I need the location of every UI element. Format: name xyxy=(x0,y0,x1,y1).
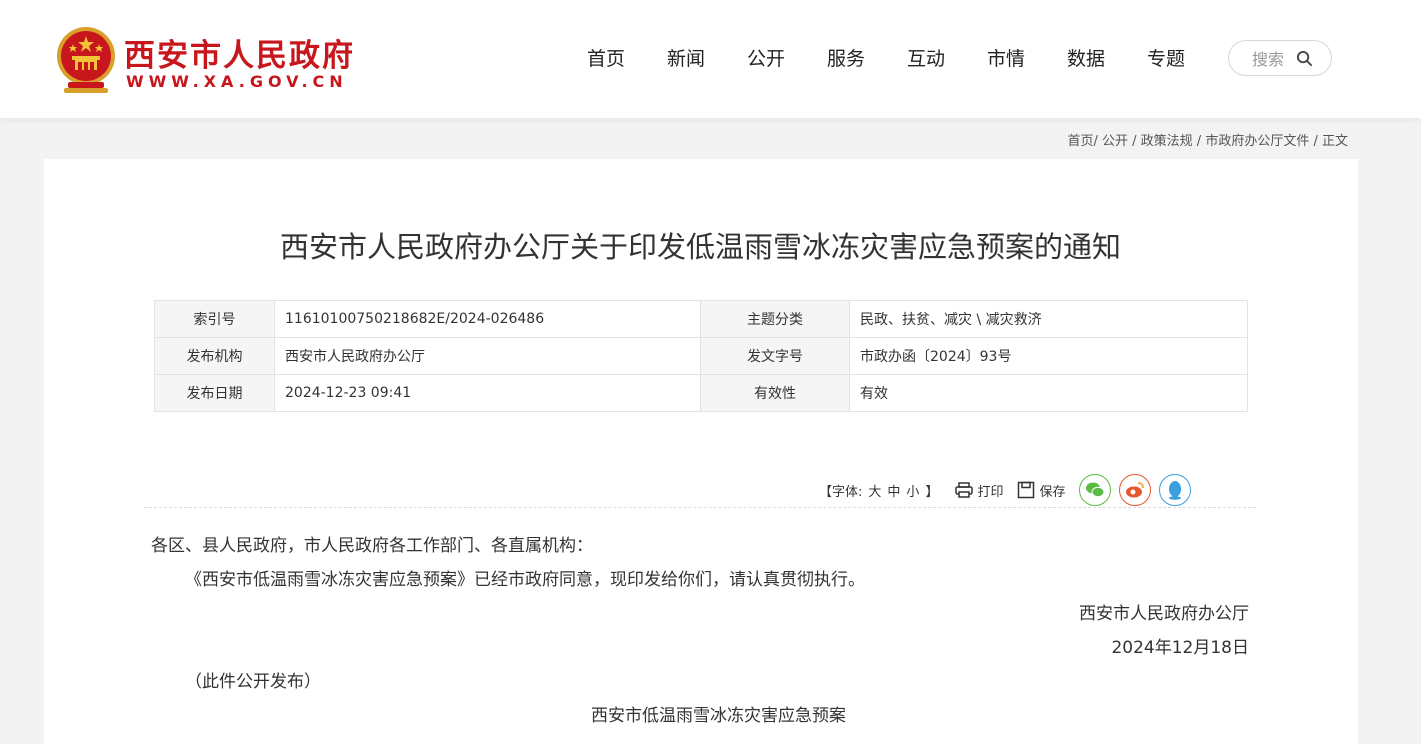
search-icon[interactable] xyxy=(1296,50,1313,67)
site-header: 西安市人民政府 WWW.XA.GOV.CN 首页 新闻 公开 服务 互动 市情 … xyxy=(0,0,1421,118)
nav-item-public[interactable]: 公开 xyxy=(726,44,806,76)
main-paragraph: 《西安市低温雨雪冰冻灾害应急预案》已经市政府同意，现印发给你们，请认真贯彻执行。 xyxy=(185,570,865,590)
meta-value: 民政、扶贫、减灾 \ 减灾救济 xyxy=(849,300,1248,338)
site-url: WWW.XA.GOV.CN xyxy=(126,72,348,91)
attachment-title: 西安市低温雨雪冰冻灾害应急预案 xyxy=(591,706,846,726)
breadcrumb-home[interactable]: 首页 xyxy=(1067,134,1093,149)
printer-icon xyxy=(955,482,974,498)
font-size-control: 【字体: 大 中 小 】 xyxy=(816,481,941,500)
meta-key: 发布日期 xyxy=(154,374,275,412)
meta-row: 发布日期 2024-12-23 09:41 有效性 有效 xyxy=(154,374,1248,412)
nav-item-data[interactable]: 数据 xyxy=(1046,44,1126,76)
main-nav: 首页 新闻 公开 服务 互动 市情 数据 专题 xyxy=(566,44,1206,76)
meta-key: 有效性 xyxy=(700,374,850,412)
breadcrumb-office-docs[interactable]: 市政府办公厅文件 xyxy=(1205,134,1309,149)
save-button[interactable]: 保存 xyxy=(1017,481,1065,500)
article-toolbar: 【字体: 大 中 小 】 打印 保存 xyxy=(816,472,1199,508)
font-size-medium[interactable]: 中 xyxy=(887,481,900,500)
qq-icon xyxy=(1169,481,1182,500)
meta-row: 发布机构 西安市人民政府办公厅 发文字号 市政办函〔2024〕93号 xyxy=(154,337,1248,375)
meta-value: 2024-12-23 09:41 xyxy=(274,374,701,412)
weibo-icon xyxy=(1126,482,1145,498)
meta-value: 11610100750218682E/2024-026486 xyxy=(274,300,701,338)
share-wechat-button[interactable] xyxy=(1079,474,1112,506)
wechat-icon xyxy=(1086,482,1105,498)
site-logo[interactable]: 西安市人民政府 WWW.XA.GOV.CN xyxy=(54,26,354,96)
share-weibo-button[interactable] xyxy=(1119,474,1152,506)
meta-key: 主题分类 xyxy=(700,300,850,338)
nav-item-interact[interactable]: 互动 xyxy=(886,44,966,76)
nav-item-topics[interactable]: 专题 xyxy=(1126,44,1206,76)
meta-key: 发文字号 xyxy=(700,337,850,375)
meta-value: 有效 xyxy=(849,374,1248,412)
font-size-prefix: 【字体: xyxy=(819,484,863,500)
document-title: 西安市人民政府办公厅关于印发低温雨雪冰冻灾害应急预案的通知 xyxy=(279,230,1121,264)
national-emblem-icon xyxy=(57,27,115,93)
toolbar-divider xyxy=(144,507,1256,508)
font-size-small[interactable]: 小 xyxy=(906,481,919,500)
search-box[interactable]: 搜索 xyxy=(1228,40,1332,76)
breadcrumb-policy[interactable]: 政策法规 xyxy=(1141,134,1193,149)
issuer: 西安市人民政府办公厅 xyxy=(1079,604,1249,624)
meta-row: 索引号 11610100750218682E/2024-026486 主题分类 … xyxy=(154,300,1248,338)
print-label: 打印 xyxy=(977,484,1004,500)
nav-item-news[interactable]: 新闻 xyxy=(646,44,726,76)
font-size-large[interactable]: 大 xyxy=(868,481,881,500)
publish-note: （此件公开发布） xyxy=(185,672,321,692)
document-meta-table: 索引号 11610100750218682E/2024-026486 主题分类 … xyxy=(154,300,1248,412)
meta-value: 西安市人民政府办公厅 xyxy=(274,337,701,375)
meta-key: 发布机构 xyxy=(154,337,275,375)
search-label: 搜索 xyxy=(1252,50,1285,69)
nav-item-home[interactable]: 首页 xyxy=(566,44,646,76)
issue-date: 2024年12月18日 xyxy=(1111,638,1249,658)
nav-item-city[interactable]: 市情 xyxy=(966,44,1046,76)
print-button[interactable]: 打印 xyxy=(955,481,1003,500)
save-label: 保存 xyxy=(1039,484,1066,500)
font-size-suffix: 】 xyxy=(925,484,939,500)
breadcrumb: 首页/ 公开 / 政策法规 / 市政府办公厅文件 / 正文 xyxy=(1067,134,1348,149)
breadcrumb-current: 正文 xyxy=(1321,134,1348,149)
salutation: 各区、县人民政府，市人民政府各工作部门、各直属机构： xyxy=(151,536,593,556)
site-title: 西安市人民政府 xyxy=(124,38,355,74)
nav-item-service[interactable]: 服务 xyxy=(806,44,886,76)
breadcrumb-public[interactable]: 公开 xyxy=(1102,134,1128,149)
share-qq-button[interactable] xyxy=(1159,474,1192,506)
meta-key: 索引号 xyxy=(154,300,275,338)
meta-value: 市政办函〔2024〕93号 xyxy=(849,337,1248,375)
save-icon xyxy=(1018,481,1035,499)
